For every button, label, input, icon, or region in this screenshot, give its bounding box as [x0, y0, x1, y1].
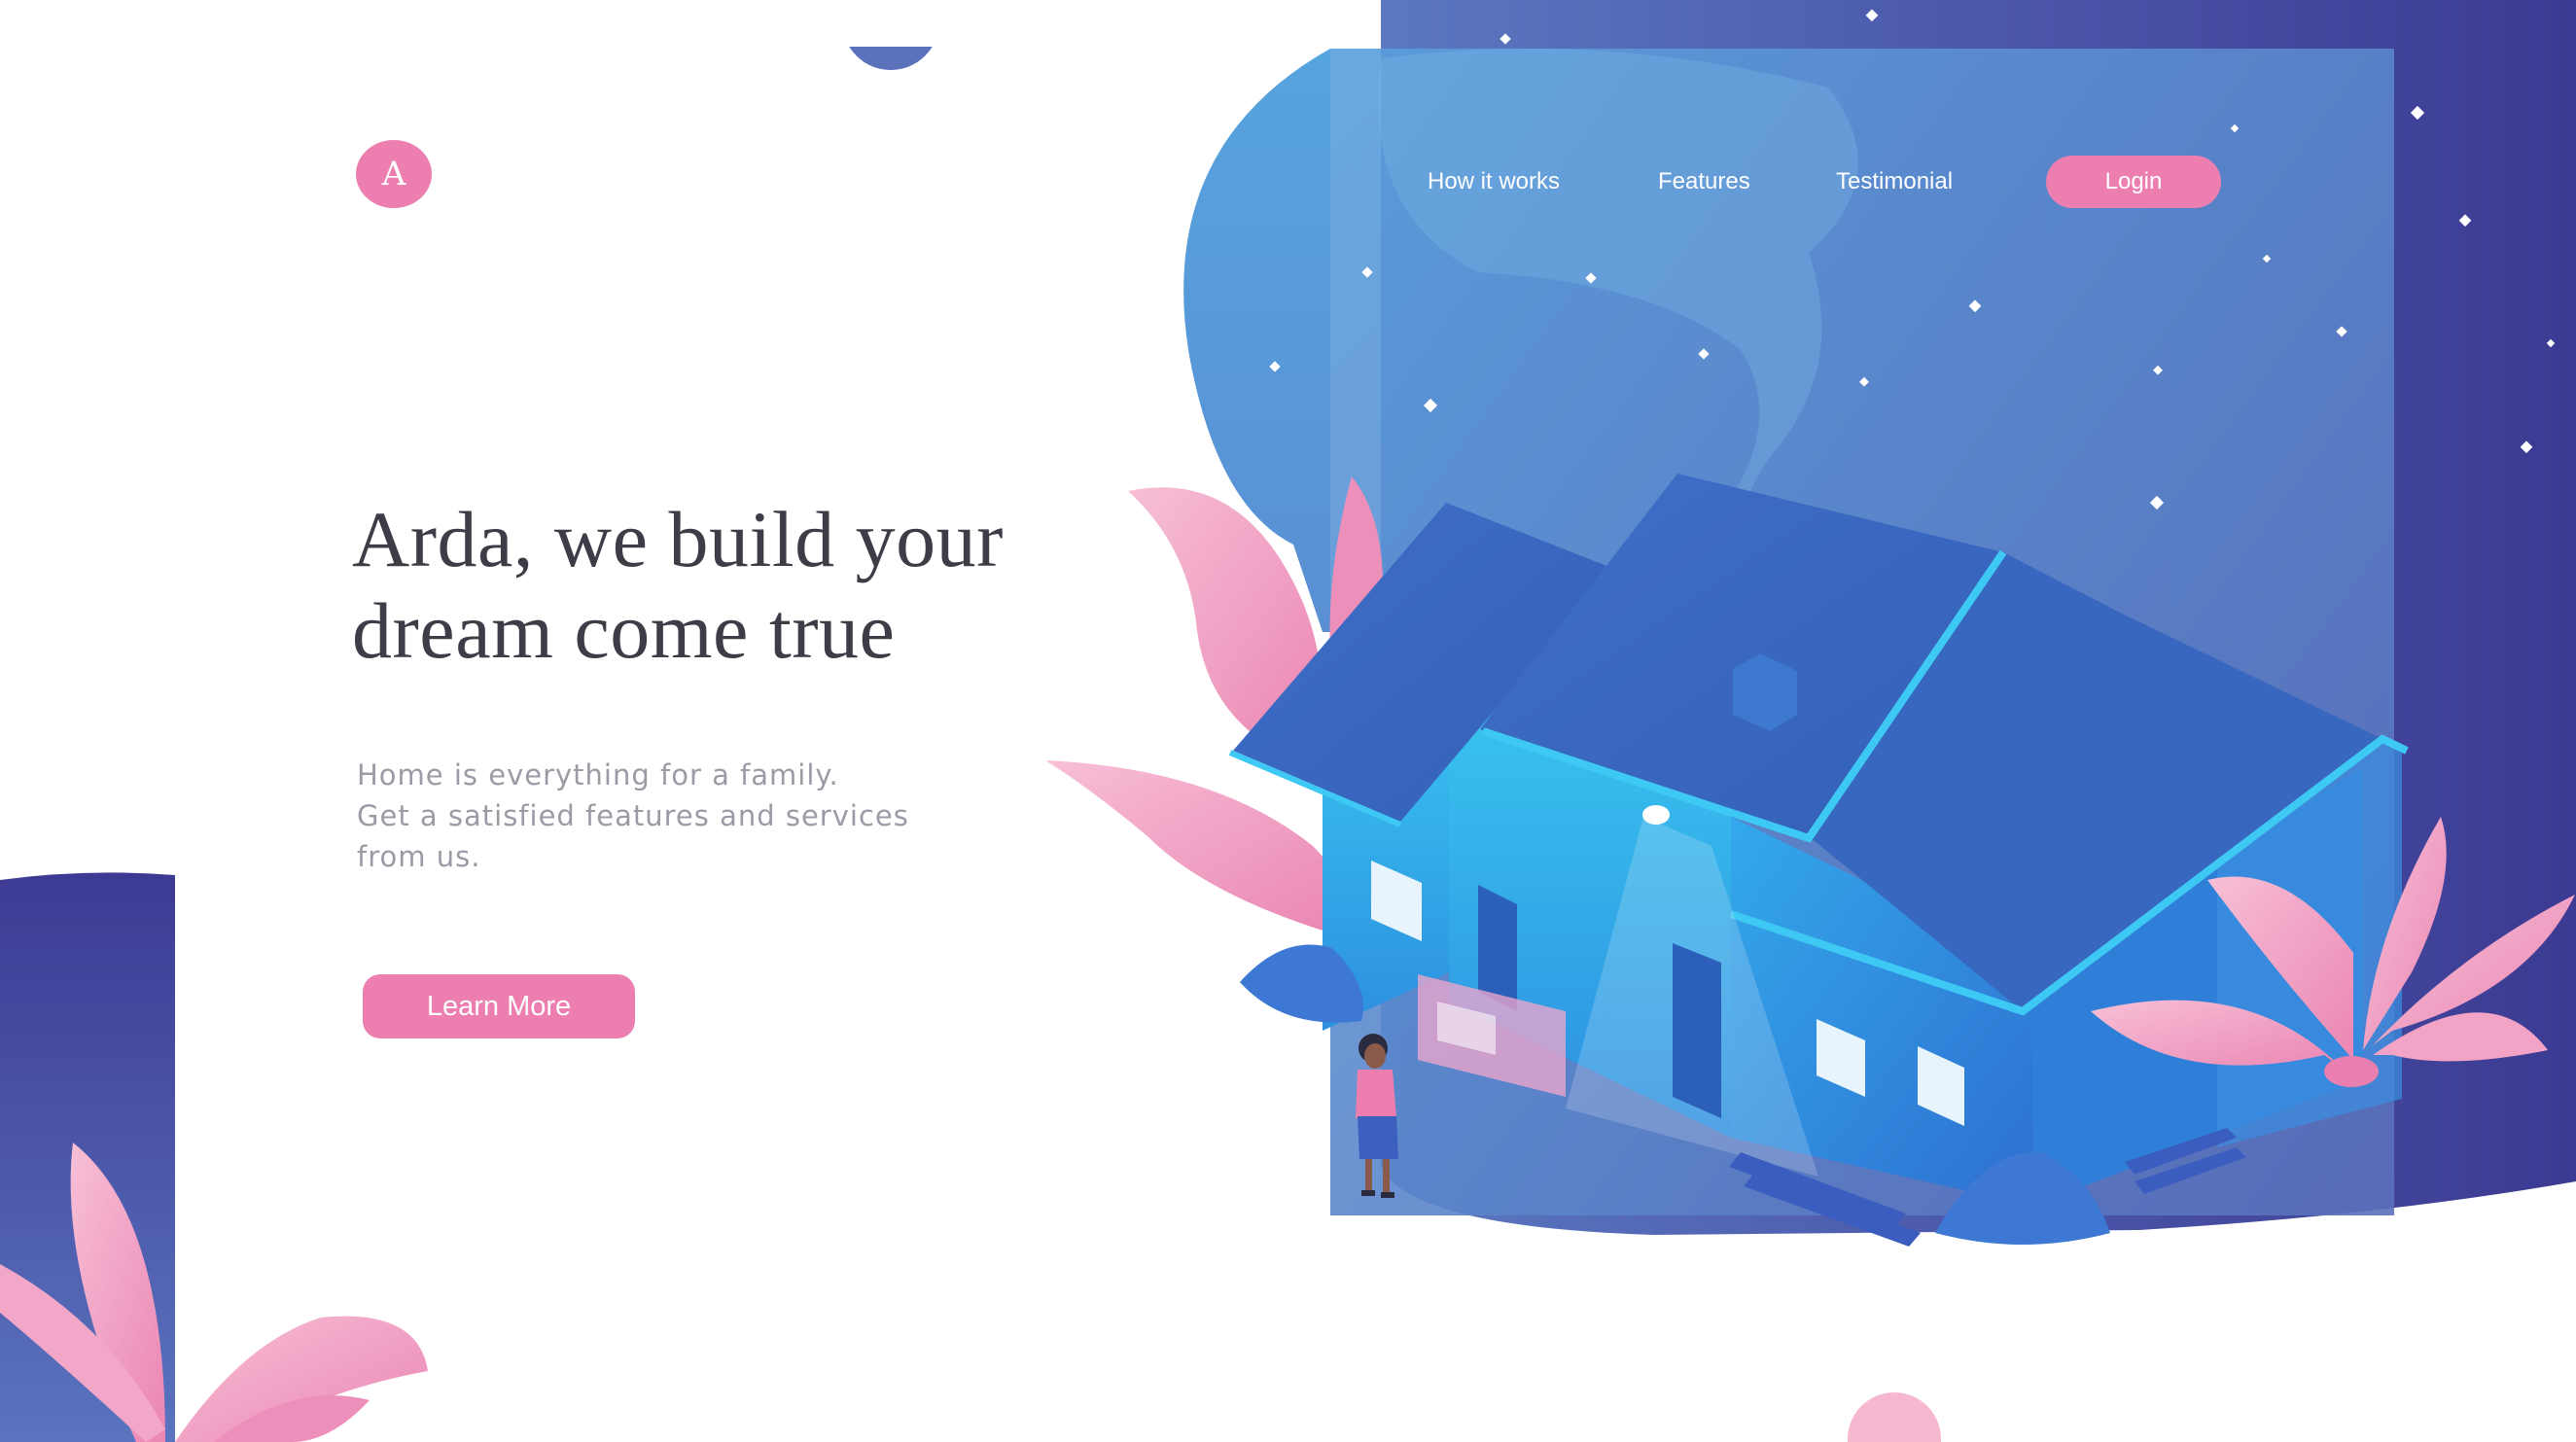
nav-features[interactable]: Features	[1658, 156, 1750, 208]
pink-plant	[0, 1143, 428, 1442]
hero-subtitle-line: Home is everything for a family.	[357, 758, 839, 791]
brand-logo[interactable]: A	[356, 140, 432, 208]
porch-lamp	[1642, 805, 1670, 825]
hero-subtitle-line: from us.	[357, 840, 481, 873]
hero-title: Arda, we build your dream come true	[352, 494, 1149, 677]
hero-title-line: dream come true	[352, 586, 896, 675]
hero-subtitle-line: Get a satisfied features and services	[357, 799, 909, 832]
landing-page: A How it works Features Testimonial Logi…	[0, 0, 2576, 1442]
hero-subtitle: Home is everything for a family. Get a s…	[357, 755, 1038, 877]
woman-figure	[1356, 1034, 1398, 1198]
nav-how-it-works[interactable]: How it works	[1428, 156, 1560, 208]
learn-more-button[interactable]: Learn More	[363, 974, 635, 1038]
hero-title-line: Arda, we build your	[352, 495, 1004, 583]
login-button[interactable]: Login	[2046, 156, 2221, 208]
house-illustration	[0, 474, 2575, 1442]
nav-testimonial[interactable]: Testimonial	[1836, 156, 1953, 208]
